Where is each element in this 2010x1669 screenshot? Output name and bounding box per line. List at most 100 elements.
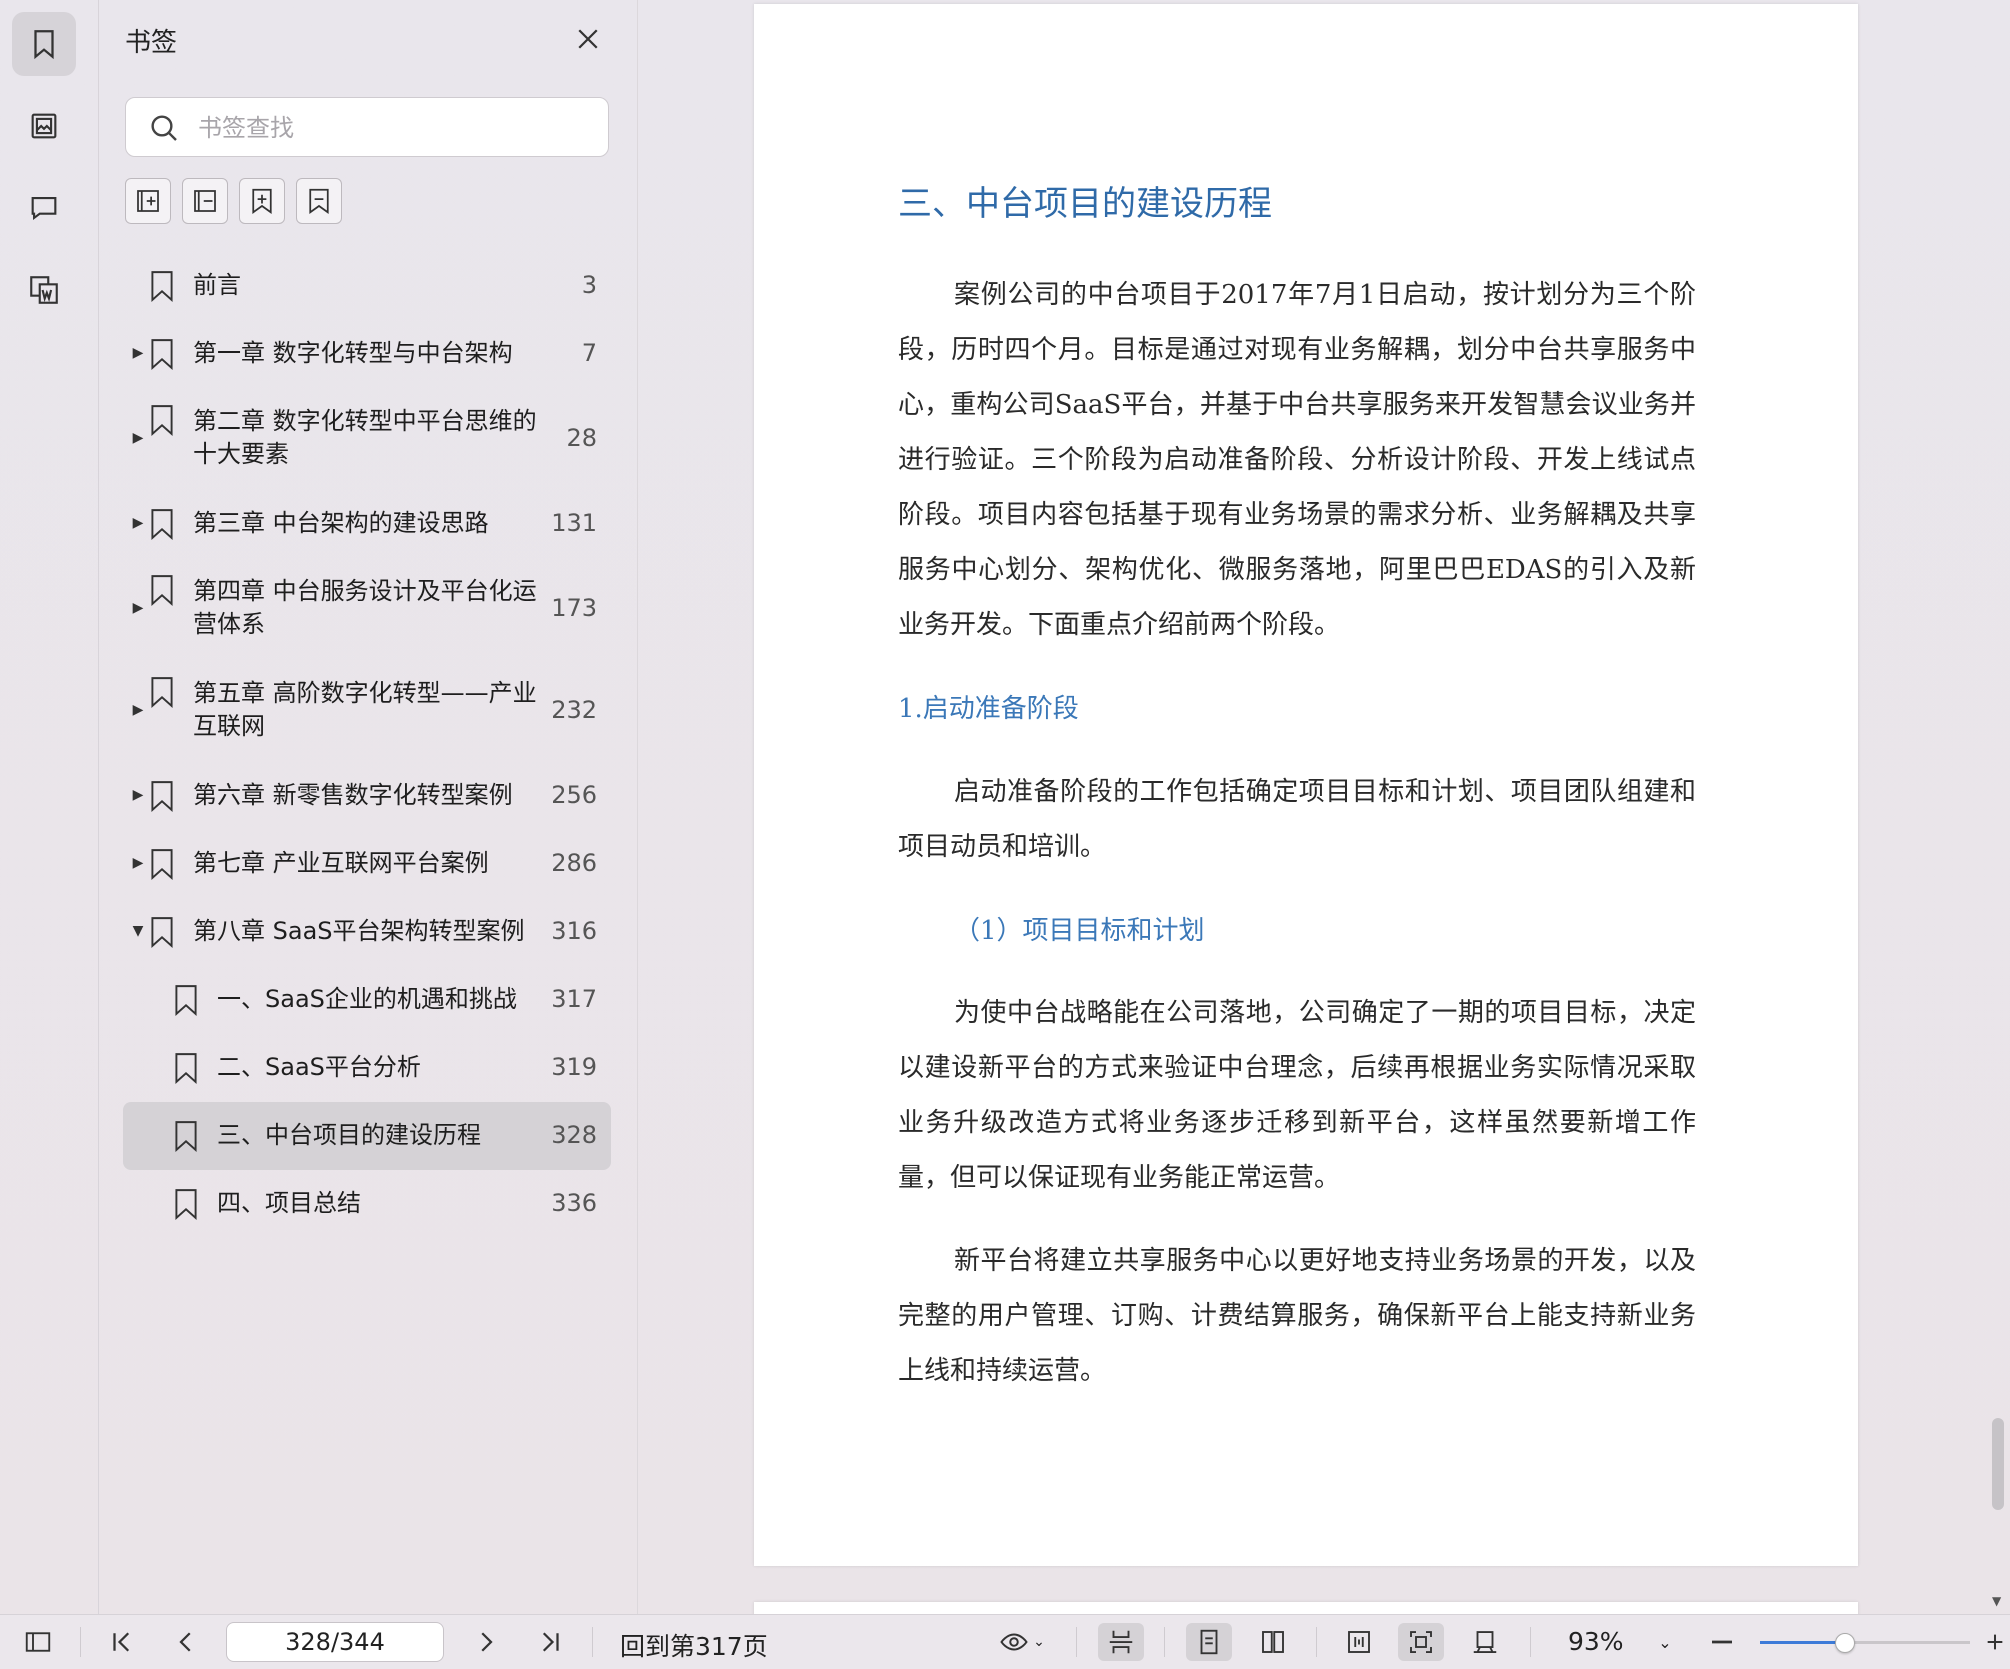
bookmark-title: 二、SaaS平台分析 <box>217 1053 421 1081</box>
add-bookmark-icon <box>252 188 272 214</box>
bookmark-search[interactable] <box>125 97 609 157</box>
separator <box>1076 1627 1077 1657</box>
zoom-dropdown-button[interactable]: ⌄ <box>1650 1623 1680 1661</box>
bookmark-minus-icon <box>309 188 329 214</box>
bookmark-title: 四、项目总结 <box>217 1189 361 1217</box>
go-back-link[interactable]: 回到第317页 <box>620 1627 768 1663</box>
caret-right-icon[interactable]: ▶ <box>131 515 145 531</box>
caret-right-icon[interactable]: ▶ <box>131 345 145 361</box>
zoom-level[interactable]: 93% <box>1568 1627 1624 1656</box>
bookmark-item[interactable]: 三、中台项目的建设历程 328 <box>123 1102 611 1170</box>
sidebar-icon <box>25 1632 51 1652</box>
vertical-scrollbar[interactable]: ▼ <box>1988 0 2010 1614</box>
bookmark-icon <box>151 677 173 708</box>
bookmark-title: 第六章 新零售数字化转型案例 <box>193 781 513 809</box>
bookmark-icon <box>175 985 197 1016</box>
bookmark-page: 328 <box>551 1121 597 1149</box>
single-page-button[interactable] <box>1186 1623 1232 1661</box>
bookmark-item[interactable]: ▶ 第四章 中台服务设计及平台化运 营体系 173 <box>123 558 611 660</box>
zoom-out-button[interactable] <box>1704 1623 1740 1661</box>
subheading-stage: 1.启动准备阶段 <box>898 694 1079 724</box>
add-bookmark-button[interactable] <box>239 178 285 224</box>
bookmark-page: 7 <box>581 339 597 367</box>
fit-page-icon <box>1410 1631 1432 1653</box>
delete-bookmark-button[interactable] <box>296 178 342 224</box>
previous-page-button[interactable] <box>166 1623 206 1661</box>
comment-panel-button[interactable] <box>12 176 76 240</box>
scroll-down-arrow[interactable]: ▼ <box>1992 1594 2001 1608</box>
separator <box>592 1627 593 1657</box>
last-page-button[interactable] <box>530 1623 570 1661</box>
view-mode-dropdown[interactable]: ⌄ <box>990 1623 1054 1661</box>
bookmark-title: 前言 <box>193 271 241 299</box>
zoom-in-button[interactable] <box>1984 1623 2006 1661</box>
subheading-goals: （1）项目目标和计划 <box>954 916 1205 946</box>
bookmark-icon <box>175 1053 197 1084</box>
double-page-button[interactable] <box>1250 1623 1296 1661</box>
bookmark-search-input[interactable] <box>196 108 590 148</box>
bookmark-item[interactable]: ▶ 第一章 数字化转型与中台架构 7 <box>123 320 611 388</box>
bookmark-icon <box>34 30 54 60</box>
zoom-slider-knob[interactable] <box>1835 1633 1855 1653</box>
bookmark-page: 336 <box>551 1189 597 1217</box>
bookmark-toolbar <box>125 178 342 224</box>
bookmark-item[interactable]: ▶ 第二章 数字化转型中平台思维的 十大要素 28 <box>123 388 611 490</box>
bookmark-item[interactable]: ▼ 第八章 SaaS平台架构转型案例 316 <box>123 898 611 966</box>
bookmark-title: 第七章 产业互联网平台案例 <box>193 849 489 877</box>
document-view[interactable]: 三、中台项目的建设历程 案例公司的中台项目于2017年7月1日启动，按计划分为三… <box>638 0 1988 1632</box>
fit-width-icon <box>1348 1631 1370 1653</box>
presentation-button[interactable] <box>1462 1623 1508 1661</box>
page-number-input[interactable]: 328/344 <box>226 1622 444 1662</box>
bookmark-icon <box>151 575 173 606</box>
continuous-scroll-button[interactable] <box>1098 1623 1144 1661</box>
bookmark-title: 一、SaaS企业的机遇和挑战 <box>217 985 517 1013</box>
bookmark-icon <box>151 271 173 302</box>
caret-right-icon[interactable]: ▶ <box>131 855 145 871</box>
status-bar: 328/344 回到第317页 ⌄ 93% ⌄ <box>0 1614 2010 1669</box>
bookmark-title: 第二章 数字化转型中平台思维的 十大要素 <box>193 407 537 468</box>
separator <box>1316 1627 1317 1657</box>
bookmark-title: 第三章 中台架构的建设思路 <box>193 509 489 537</box>
fit-width-button[interactable] <box>1336 1623 1382 1661</box>
paragraph-intro: 案例公司的中台项目于2017年7月1日启动，按计划分为三个阶段，历时四个月。目标… <box>898 280 1696 640</box>
bookmark-panel-button[interactable] <box>12 12 76 76</box>
caret-right-icon[interactable]: ▶ <box>131 787 145 803</box>
bookmark-item[interactable]: ▶ 第六章 新零售数字化转型案例 256 <box>123 762 611 830</box>
panel-title: 书签 <box>125 28 178 58</box>
bookmark-page: 256 <box>551 781 597 809</box>
bookmark-item[interactable]: 二、SaaS平台分析 319 <box>123 1034 611 1102</box>
bookmark-item[interactable]: ▶ 第七章 产业互联网平台案例 286 <box>123 830 611 898</box>
fit-page-button[interactable] <box>1398 1623 1444 1661</box>
collapse-all-button[interactable] <box>182 178 228 224</box>
caret-down-icon[interactable]: ▼ <box>131 923 145 939</box>
chevron-down-icon: ⌄ <box>1658 1632 1672 1652</box>
pdf-to-word-icon <box>30 276 58 304</box>
caret-right-icon[interactable]: ▶ <box>131 430 145 446</box>
bookmark-page: 173 <box>551 594 597 622</box>
bookmark-icon <box>151 781 173 812</box>
first-page-button[interactable] <box>102 1623 142 1661</box>
separator <box>80 1627 81 1657</box>
caret-right-icon[interactable]: ▶ <box>131 600 145 616</box>
next-page-button[interactable] <box>466 1623 506 1661</box>
bookmark-item[interactable]: ▶ 第三章 中台架构的建设思路 131 <box>123 490 611 558</box>
bookmark-item[interactable]: 一、SaaS企业的机遇和挑战 317 <box>123 966 611 1034</box>
bookmark-item[interactable]: 四、项目总结 336 <box>123 1170 611 1238</box>
continuous-page-icon <box>1109 1630 1133 1654</box>
caret-right-icon[interactable]: ▶ <box>131 702 145 718</box>
plus-icon <box>1987 1634 2003 1650</box>
bookmark-title: 第五章 高阶数字化转型——产业 互联网 <box>193 679 537 740</box>
thumbnail-panel-button[interactable] <box>12 94 76 158</box>
bookmark-item[interactable]: ▶ 第五章 高阶数字化转型——产业 互联网 232 <box>123 660 611 762</box>
zoom-slider[interactable] <box>1760 1633 1970 1653</box>
bookmark-item[interactable]: 前言 3 <box>123 252 611 320</box>
bookmark-page: 232 <box>551 696 597 724</box>
expand-all-button[interactable] <box>125 178 171 224</box>
scrollbar-thumb[interactable] <box>1992 1418 2004 1510</box>
toggle-sidebar-button[interactable] <box>18 1623 58 1661</box>
expand-all-icon <box>137 190 159 212</box>
close-icon[interactable] <box>573 24 603 54</box>
bookmark-icon <box>175 1121 197 1152</box>
comment-icon <box>31 197 57 221</box>
convert-word-button[interactable] <box>12 258 76 322</box>
